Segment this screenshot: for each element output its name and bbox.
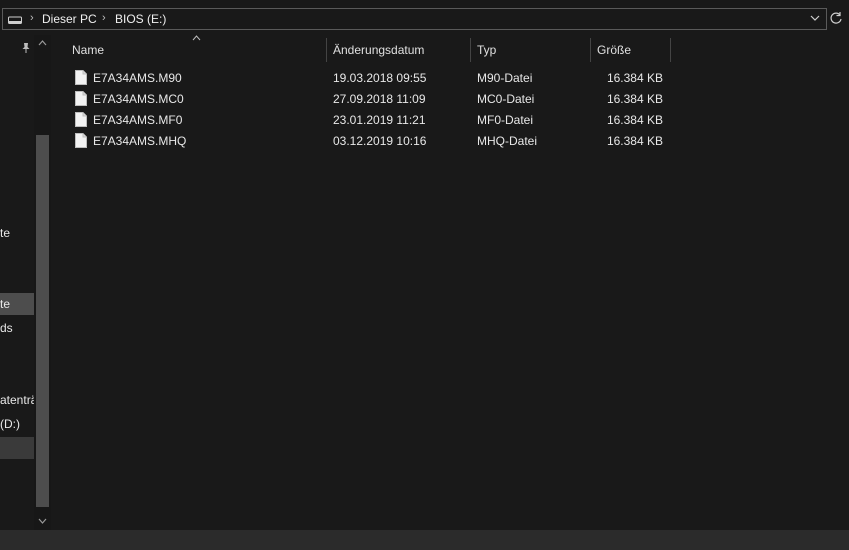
file-date: 27.09.2018 11:09 [333,92,426,106]
breadcrumb-bios-drive[interactable]: BIOS (E:) [115,12,166,26]
file-icon [75,112,87,127]
file-type: MC0-Datei [477,92,535,106]
breadcrumb-dieser-pc[interactable]: Dieser PC [42,12,97,26]
nav-item[interactable]: ds [0,317,34,339]
breadcrumb-separator-icon: › [30,12,34,24]
chevron-down-icon[interactable] [808,11,822,25]
column-header-size[interactable]: Größe [597,38,670,62]
refresh-icon[interactable] [829,11,843,25]
column-divider[interactable] [470,38,471,62]
nav-item[interactable]: atenträ [0,389,34,411]
column-header-type[interactable]: Typ [477,38,590,62]
column-header-date[interactable]: Änderungsdatum [333,38,470,62]
file-date: 23.01.2019 11:21 [333,113,426,127]
column-divider[interactable] [326,38,327,62]
navigation-pane[interactable]: te te ds atenträ (D:) [0,35,52,530]
scroll-up-icon[interactable] [37,39,48,47]
column-header-name[interactable]: Name [72,38,326,62]
status-bar [0,530,849,550]
nav-item-drive-d[interactable]: (D:) [0,413,34,435]
file-row[interactable]: E7A34AMS.M90 19.03.2018 09:55 M90-Datei 16.… [70,68,670,89]
file-name: E7A34AMS.MF0 [93,113,183,127]
address-bar[interactable]: › Dieser PC › BIOS (E:) [0,8,849,30]
scrollbar-thumb[interactable] [36,135,49,507]
drive-icon [8,16,22,24]
file-type: M90-Datei [477,71,533,85]
file-size: 16.384 KB [606,71,663,85]
column-divider[interactable] [590,38,591,62]
file-name: E7A34AMS.MC0 [93,92,184,106]
nav-item-selected[interactable]: te [0,293,34,315]
file-date: 19.03.2018 09:55 [333,71,427,85]
nav-scrollbar[interactable] [34,35,51,530]
nav-item[interactable]: te [0,222,34,244]
file-row[interactable]: E7A34AMS.MHQ 03.12.2019 10:16 MHQ-Datei 16.… [70,131,670,152]
breadcrumb-separator-icon: › [102,12,106,24]
file-size: 16.384 KB [606,134,663,148]
file-icon [75,133,87,148]
file-icon [75,91,87,106]
file-row[interactable]: E7A34AMS.MF0 23.01.2019 11:21 MF0-Datei 16.… [70,110,670,131]
column-divider[interactable] [670,38,671,62]
file-size: 16.384 KB [606,92,663,106]
file-size: 16.384 KB [606,113,663,127]
file-name: E7A34AMS.MHQ [93,134,187,148]
file-row[interactable]: E7A34AMS.MC0 27.09.2018 11:09 MC0-Datei 16.… [70,89,670,110]
address-box[interactable]: › Dieser PC › BIOS (E:) [2,8,827,30]
file-date: 03.12.2019 10:16 [333,134,427,148]
scroll-down-icon[interactable] [37,517,48,525]
nav-item-drive-e[interactable] [0,437,34,459]
file-icon [75,70,87,85]
pin-icon [22,43,30,53]
file-type: MF0-Datei [477,113,534,127]
file-name: E7A34AMS.M90 [93,71,182,85]
file-type: MHQ-Datei [477,134,538,148]
